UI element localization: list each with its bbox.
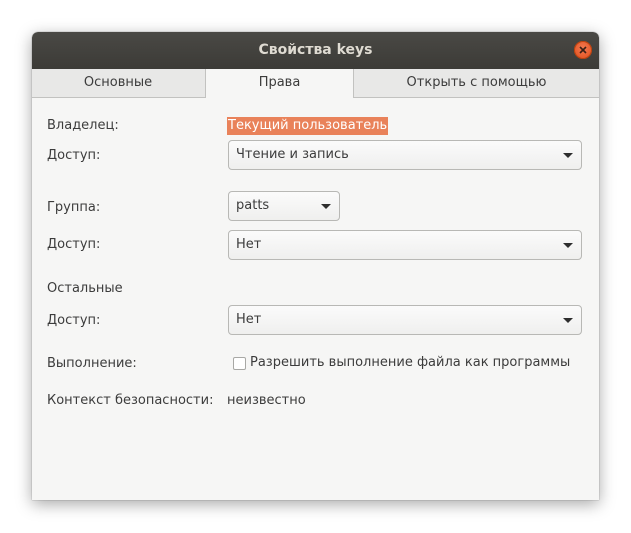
close-button[interactable] — [574, 41, 592, 59]
owner-label: Владелец: — [47, 118, 119, 133]
close-icon — [579, 46, 587, 54]
chevron-down-icon — [563, 243, 573, 248]
others-access-label: Доступ: — [47, 313, 101, 328]
tab-open-with[interactable]: Открыть с помощью — [354, 69, 599, 97]
properties-dialog: Свойства keys Основные Права Открыть с п… — [32, 32, 599, 500]
security-context-label: Контекст безопасности: — [47, 393, 214, 408]
others-access-combo[interactable]: Нет — [228, 305, 582, 335]
owner-access-combo[interactable]: Чтение и запись — [228, 140, 582, 170]
others-access-value: Нет — [236, 312, 262, 327]
group-access-combo[interactable]: Нет — [228, 230, 582, 260]
owner-access-value: Чтение и запись — [236, 147, 349, 162]
tab-bar: Основные Права Открыть с помощью — [32, 69, 599, 98]
window-title: Свойства keys — [258, 42, 373, 58]
tab-basic[interactable]: Основные — [32, 69, 204, 97]
group-access-label: Доступ: — [47, 237, 101, 252]
group-access-value: Нет — [236, 237, 262, 252]
security-context-value: неизвестно — [227, 393, 306, 408]
chevron-down-icon — [563, 153, 573, 158]
chevron-down-icon — [563, 318, 573, 323]
execute-checkbox-label[interactable]: Разрешить выполнение файла как программы — [250, 355, 570, 370]
group-combo[interactable]: patts — [228, 191, 340, 221]
owner-value: Текущий пользователь — [227, 117, 389, 135]
execute-label: Выполнение: — [47, 356, 137, 371]
others-heading: Остальные — [47, 281, 123, 296]
group-value: patts — [236, 198, 270, 213]
execute-checkbox[interactable] — [233, 357, 246, 370]
chevron-down-icon — [321, 204, 331, 209]
title-bar[interactable]: Свойства keys — [32, 32, 599, 69]
owner-access-label: Доступ: — [47, 148, 101, 163]
tab-permissions[interactable]: Права — [205, 69, 354, 98]
group-label: Группа: — [47, 200, 101, 215]
